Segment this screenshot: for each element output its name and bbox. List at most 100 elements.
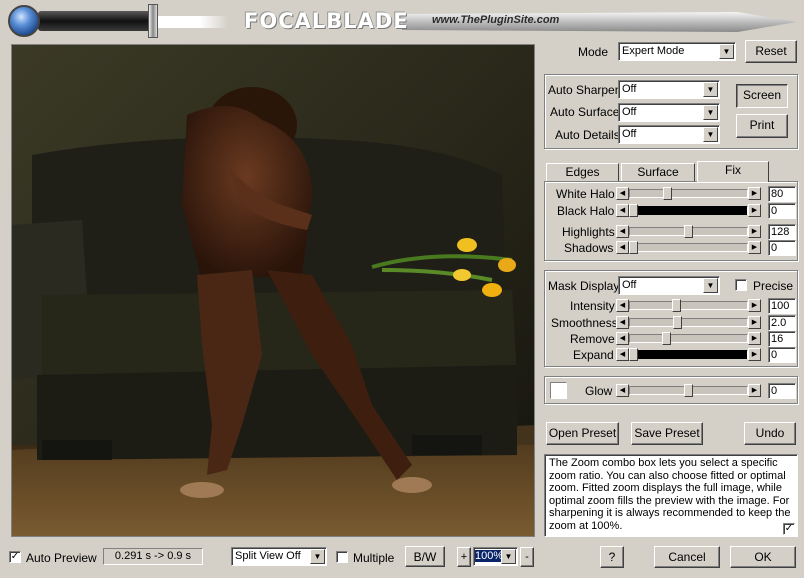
highlights-value[interactable]: 128 — [768, 224, 796, 240]
slider-thumb[interactable] — [629, 204, 638, 217]
blade-handle-graphic — [38, 11, 153, 31]
chevron-down-icon[interactable]: ▼ — [703, 278, 718, 293]
white-halo-value[interactable]: 80 — [768, 186, 796, 202]
slider-thumb[interactable] — [629, 348, 638, 361]
glow-value[interactable]: 0 — [768, 383, 796, 399]
help-toggle-checkbox[interactable]: ✓ — [783, 523, 795, 535]
black-halo-slider[interactable]: ◀ ▶ — [616, 204, 761, 217]
highlights-slider[interactable]: ◀ ▶ — [616, 225, 761, 238]
title-banner: www.ThePluginSite.com FOCALBLADE — [0, 0, 804, 42]
auto-preview-checkbox[interactable]: ✓ — [9, 551, 21, 563]
slider-track[interactable] — [629, 243, 748, 252]
slider-thumb[interactable] — [629, 241, 638, 254]
chevron-down-icon[interactable]: ▼ — [501, 549, 516, 564]
slider-thumb[interactable] — [663, 187, 673, 200]
glow-slider[interactable]: ◀ ▶ — [616, 384, 761, 397]
black-halo-label: Black Halo — [557, 204, 615, 218]
multiple-checkbox[interactable] — [336, 551, 348, 563]
expand-value[interactable]: 0 — [768, 347, 796, 363]
split-view-select[interactable]: Split View Off ▼ — [231, 547, 327, 566]
auto-details-select[interactable]: Off ▼ — [618, 125, 720, 144]
chevron-down-icon[interactable]: ▼ — [703, 105, 718, 120]
mode-select[interactable]: Expert Mode ▼ — [618, 42, 736, 61]
chevron-left-icon[interactable]: ◀ — [616, 348, 629, 361]
remove-slider[interactable]: ◀ ▶ — [616, 332, 761, 345]
smoothness-label: Smoothness — [551, 316, 618, 330]
slider-thumb[interactable] — [684, 384, 693, 397]
chevron-down-icon[interactable]: ▼ — [703, 127, 718, 142]
intensity-value[interactable]: 100 — [768, 298, 796, 314]
glow-color-swatch[interactable] — [550, 382, 567, 399]
precise-checkbox[interactable] — [735, 279, 747, 291]
tab-edges[interactable]: Edges — [546, 163, 619, 182]
auto-surface-label: Auto Surface — [550, 105, 620, 119]
chevron-down-icon[interactable]: ▼ — [703, 82, 718, 97]
precise-label: Precise — [753, 279, 794, 293]
chevron-left-icon[interactable]: ◀ — [616, 384, 629, 397]
tab-surface[interactable]: Surface — [621, 163, 695, 182]
render-time-display: 0.291 s -> 0.9 s — [103, 548, 203, 565]
chevron-right-icon[interactable]: ▶ — [748, 225, 761, 238]
chevron-left-icon[interactable]: ◀ — [616, 332, 629, 345]
zoom-out-button[interactable]: - — [520, 547, 534, 567]
app-logo: FOCALBLADE — [244, 9, 409, 33]
smoothness-value[interactable]: 2.0 — [768, 315, 796, 331]
slider-thumb[interactable] — [673, 316, 682, 329]
shadows-slider[interactable]: ◀ ▶ — [616, 241, 761, 254]
save-preset-button[interactable]: Save Preset — [631, 422, 703, 445]
print-button[interactable]: Print — [736, 114, 788, 138]
expand-slider[interactable]: ◀ ▶ — [616, 348, 761, 361]
black-halo-value[interactable]: 0 — [768, 203, 796, 219]
auto-surface-select[interactable]: Off ▼ — [618, 103, 720, 122]
chevron-right-icon[interactable]: ▶ — [748, 187, 761, 200]
mask-display-select[interactable]: Off ▼ — [618, 276, 720, 295]
chevron-right-icon[interactable]: ▶ — [748, 348, 761, 361]
ok-button[interactable]: OK — [730, 546, 796, 568]
cancel-button[interactable]: Cancel — [654, 546, 720, 568]
smoothness-slider[interactable]: ◀ ▶ — [616, 316, 761, 329]
chevron-left-icon[interactable]: ◀ — [616, 241, 629, 254]
slider-thumb[interactable] — [684, 225, 693, 238]
help-text-panel: The Zoom combo box lets you select a spe… — [544, 454, 798, 537]
reset-button[interactable]: Reset — [745, 40, 797, 63]
slider-fill — [638, 206, 747, 215]
screen-button[interactable]: Screen — [736, 84, 788, 108]
auto-sharpen-select[interactable]: Off ▼ — [618, 80, 720, 99]
zoom-in-button[interactable]: + — [457, 547, 471, 567]
chevron-right-icon[interactable]: ▶ — [748, 299, 761, 312]
chevron-down-icon[interactable]: ▼ — [719, 44, 734, 59]
tab-fix[interactable]: Fix — [697, 161, 769, 182]
slider-thumb[interactable] — [662, 332, 671, 345]
chevron-right-icon[interactable]: ▶ — [748, 384, 761, 397]
bw-button[interactable]: B/W — [405, 546, 445, 567]
slider-track[interactable] — [629, 189, 748, 198]
intensity-slider[interactable]: ◀ ▶ — [616, 299, 761, 312]
chevron-right-icon[interactable]: ▶ — [748, 241, 761, 254]
slider-track[interactable] — [629, 334, 748, 343]
chevron-left-icon[interactable]: ◀ — [616, 225, 629, 238]
chevron-left-icon[interactable]: ◀ — [616, 187, 629, 200]
slider-thumb[interactable] — [671, 299, 681, 312]
slider-track[interactable] — [629, 301, 748, 310]
remove-value[interactable]: 16 — [768, 331, 796, 347]
chevron-left-icon[interactable]: ◀ — [616, 299, 629, 312]
white-halo-slider[interactable]: ◀ ▶ — [616, 187, 761, 200]
chevron-down-icon[interactable]: ▼ — [310, 549, 325, 564]
open-preset-button[interactable]: Open Preset — [546, 422, 619, 445]
highlights-label: Highlights — [562, 225, 615, 239]
chevron-right-icon[interactable]: ▶ — [748, 316, 761, 329]
image-preview[interactable] — [11, 44, 535, 537]
auto-sharpen-label: Auto Sharpen — [548, 83, 622, 97]
undo-button[interactable]: Undo — [744, 422, 796, 445]
slider-track[interactable] — [629, 318, 748, 327]
split-view-value: Split View Off — [235, 550, 301, 562]
mask-display-label: Mask Display — [548, 279, 620, 293]
chevron-right-icon[interactable]: ▶ — [748, 204, 761, 217]
shadows-value[interactable]: 0 — [768, 240, 796, 256]
chevron-left-icon[interactable]: ◀ — [616, 316, 629, 329]
chevron-right-icon[interactable]: ▶ — [748, 332, 761, 345]
zoom-select[interactable]: 100% ▼ — [473, 547, 518, 566]
multiple-label: Multiple — [353, 551, 395, 565]
chevron-left-icon[interactable]: ◀ — [616, 204, 629, 217]
help-button[interactable]: ? — [600, 546, 624, 568]
